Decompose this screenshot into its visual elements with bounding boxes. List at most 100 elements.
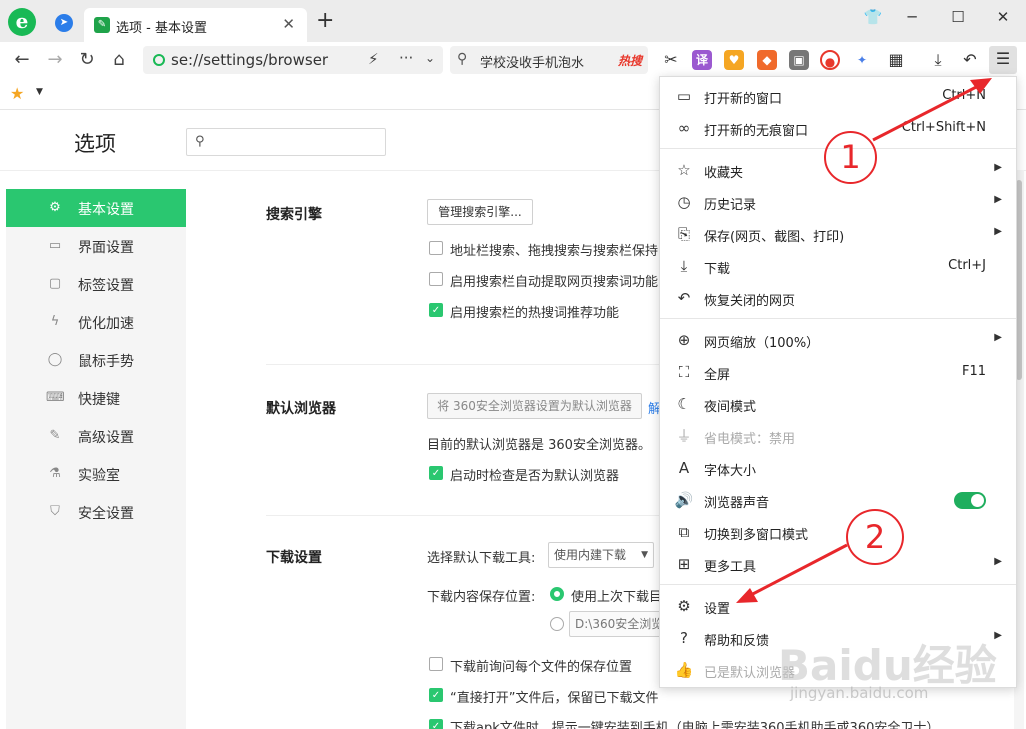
option-label: 启用搜索栏的热搜词推荐功能: [450, 306, 620, 321]
menu-item-night-mode[interactable]: ☾ 夜间模式: [660, 388, 1016, 420]
menu-item-label: 下载: [704, 262, 731, 277]
sidebar-item-lab[interactable]: ⚗ 实验室: [6, 455, 186, 493]
sidebar-item-label: 高级设置: [78, 430, 134, 446]
divider: [266, 364, 666, 365]
menu-item-label: 打开新的无痕窗口: [704, 124, 809, 139]
sidebar-item-tabs[interactable]: ▢ 标签设置: [6, 265, 186, 303]
sidebar-item-optimize[interactable]: ϟ 优化加速: [6, 303, 186, 341]
forward-button[interactable]: →: [43, 48, 67, 72]
download-path-field[interactable]: D:\360安全浏览: [569, 611, 664, 637]
scissors-icon[interactable]: ✂: [659, 48, 683, 72]
sidebar-item-label: 基本设置: [78, 202, 134, 218]
menu-item-settings[interactable]: ⚙ 设置: [660, 590, 1016, 622]
search-box[interactable]: ⚲ 学校没收手机泡水 热搜: [450, 46, 648, 74]
chevron-right-icon: ▶: [994, 194, 1002, 205]
menu-item-fullscreen[interactable]: ⛶ 全屏 F11: [660, 356, 1016, 388]
menu-item-restore-closed[interactable]: ↶ 恢复关闭的网页: [660, 282, 1016, 314]
send-icon[interactable]: ➤: [55, 14, 73, 32]
default-browser-status: 目前的默认浏览器是 360安全浏览器。: [427, 438, 651, 453]
sidebar-item-advanced[interactable]: ✎ 高级设置: [6, 417, 186, 455]
download-location-label: 下载内容保存位置:: [427, 590, 536, 605]
sound-toggle[interactable]: [954, 492, 986, 509]
menu-item-save[interactable]: ⎘ 保存(网页、截图、打印) ▶: [660, 218, 1016, 250]
sidebar-item-gestures[interactable]: ◯ 鼠标手势: [6, 341, 186, 379]
close-icon[interactable]: ✕: [282, 15, 295, 33]
chevron-down-icon[interactable]: ⌄: [425, 51, 435, 65]
radio[interactable]: [550, 617, 564, 631]
maximize-button[interactable]: ☐: [943, 6, 973, 28]
menu-item-new-window[interactable]: ▭ 打开新的窗口 Ctrl+N: [660, 80, 1016, 112]
tab-settings[interactable]: ✎ 选项 - 基本设置 ✕: [84, 8, 307, 42]
secure-icon: [153, 54, 165, 66]
sidebar-item-label: 快捷键: [78, 392, 120, 408]
set-default-browser-button[interactable]: 将 360安全浏览器设置为默认浏览器: [427, 393, 642, 419]
settings-search-input[interactable]: ⚲: [186, 128, 386, 156]
radio-selected[interactable]: [550, 587, 564, 601]
menu-item-label: 帮助和反馈: [704, 634, 770, 649]
menu-item-more-tools[interactable]: ⊞ 更多工具 ▶: [660, 548, 1016, 580]
option-label: “直接打开”文件后，保留已下载文件: [450, 691, 659, 706]
manage-search-engines-button[interactable]: 管理搜索引擎...: [427, 199, 533, 225]
page-title: 选项: [74, 132, 116, 156]
menu-item-label: 更多工具: [704, 560, 757, 575]
checkbox-checked[interactable]: ✓: [429, 303, 443, 317]
back-button[interactable]: ←: [10, 48, 34, 72]
menu-item-multi-window[interactable]: ⧉ 切换到多窗口模式: [660, 516, 1016, 548]
translate-icon[interactable]: 译: [692, 50, 712, 70]
chevron-right-icon: ▶: [994, 556, 1002, 567]
search-input[interactable]: 学校没收手机泡水: [480, 52, 584, 71]
menu-item-zoom[interactable]: ⊕ 网页缩放（100%） ▶: [660, 324, 1016, 356]
skin-icon[interactable]: 👕: [858, 6, 888, 28]
checkbox[interactable]: [429, 241, 443, 255]
download-tool-select[interactable]: 使用内建下载 ▼: [548, 542, 654, 568]
checkbox[interactable]: [429, 657, 443, 671]
clock-icon: ◷: [677, 193, 691, 211]
menu-item-label: 收藏夹: [704, 166, 744, 181]
home-button[interactable]: ⌂: [107, 48, 131, 72]
undo-icon[interactable]: ↶: [958, 48, 982, 72]
menu-item-history[interactable]: ◷ 历史记录 ▶: [660, 186, 1016, 218]
shield-ext-icon[interactable]: ♥: [724, 50, 744, 70]
tab-title: 选项 - 基本设置: [116, 21, 207, 36]
hot-search-badge[interactable]: 热搜: [614, 52, 642, 69]
star-icon[interactable]: ★: [10, 84, 24, 103]
bird-icon[interactable]: ✦: [852, 50, 872, 70]
menu-button[interactable]: ☰: [989, 46, 1017, 74]
shield-icon: ⛉: [50, 504, 60, 519]
menu-item-label: 恢复关闭的网页: [704, 294, 796, 309]
checkbox-checked[interactable]: ✓: [429, 466, 443, 480]
address-text[interactable]: se://settings/browser: [171, 51, 328, 69]
sidebar-item-shortcuts[interactable]: ⌨ 快捷键: [6, 379, 186, 417]
checkbox[interactable]: [429, 272, 443, 286]
chevron-down-icon[interactable]: ▼: [36, 87, 43, 97]
menu-item-font-size[interactable]: A 字体大小: [660, 452, 1016, 484]
address-bar[interactable]: se://settings/browser ⚡ ··· ⌄: [143, 46, 443, 74]
sidebar-item-interface[interactable]: ▭ 界面设置: [6, 227, 186, 265]
more-icon[interactable]: ···: [399, 49, 413, 67]
option-label: 启动时检查是否为默认浏览器: [450, 469, 620, 484]
sidebar-item-basic[interactable]: ⚙ 基本设置: [6, 189, 186, 227]
reader-icon[interactable]: ▣: [789, 50, 809, 70]
new-tab-button[interactable]: +: [316, 10, 334, 32]
sidebar-item-label: 界面设置: [78, 240, 134, 256]
record-icon[interactable]: ●: [820, 50, 840, 70]
game-icon[interactable]: ◆: [757, 50, 777, 70]
sidebar-item-security[interactable]: ⛉ 安全设置: [6, 493, 186, 531]
reload-button[interactable]: ↻: [75, 48, 99, 72]
checkbox-checked[interactable]: ✓: [429, 688, 443, 702]
undo-icon: ↶: [677, 289, 691, 307]
menu-item-shortcut: Ctrl+J: [948, 258, 986, 273]
wrench-icon: ✎: [94, 17, 110, 33]
menu-item-downloads[interactable]: ⤓ 下载 Ctrl+J: [660, 250, 1016, 282]
annotation-circle-2: 2: [846, 509, 904, 565]
bolt-icon[interactable]: ⚡: [368, 50, 379, 68]
checkbox-checked[interactable]: ✓: [429, 719, 443, 729]
close-window-button[interactable]: ✕: [988, 6, 1018, 28]
minimize-button[interactable]: ─: [897, 6, 927, 28]
menu-item-label: 设置: [704, 602, 731, 617]
toggle-knob: [971, 494, 984, 507]
download-icon[interactable]: ⤓: [926, 48, 950, 72]
apps-grid-icon[interactable]: ▦: [884, 48, 908, 72]
browser-logo-icon[interactable]: e: [8, 8, 36, 36]
menu-item-sound[interactable]: 🔊 浏览器声音: [660, 484, 1016, 516]
